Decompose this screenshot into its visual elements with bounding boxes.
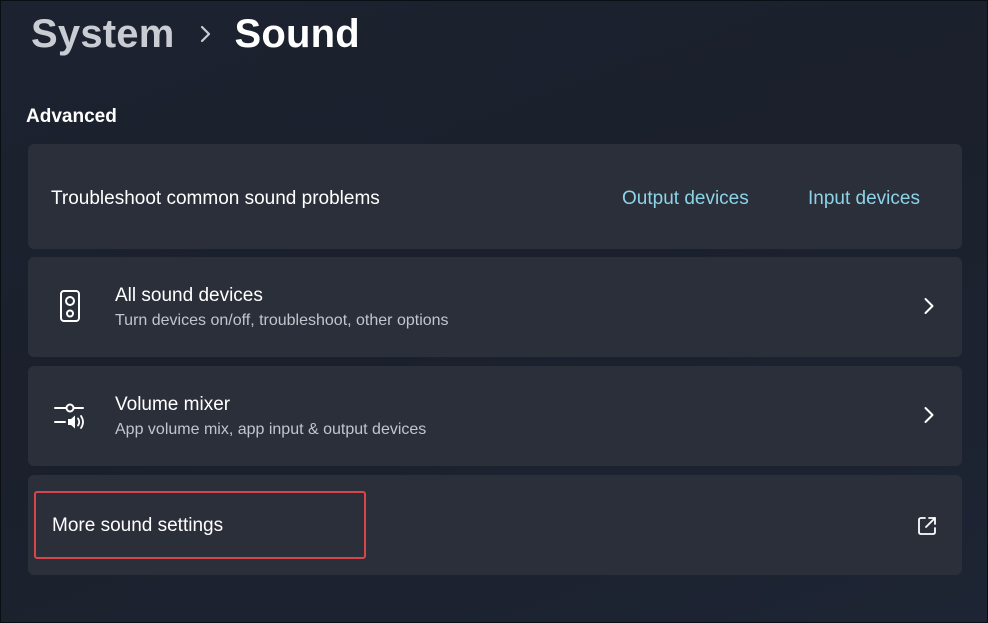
page-title: Sound — [234, 11, 360, 56]
breadcrumb-system[interactable]: System — [31, 12, 175, 57]
output-devices-link[interactable]: Output devices — [622, 188, 749, 210]
more-sound-settings-label: More sound settings — [52, 515, 224, 536]
section-title-advanced: Advanced — [26, 106, 117, 127]
all-sound-devices-row[interactable]: All sound devices Turn devices on/off, t… — [28, 257, 962, 357]
open-external-icon[interactable] — [916, 515, 938, 537]
volume-mixer-subtitle: App volume mix, app input & output devic… — [115, 421, 427, 438]
all-sound-devices-title: All sound devices — [115, 285, 263, 306]
troubleshoot-label: Troubleshoot common sound problems — [51, 188, 380, 209]
chevron-right-icon[interactable] — [920, 404, 938, 426]
volume-mixer-row[interactable]: Volume mixer App volume mix, app input &… — [28, 366, 962, 466]
volume-mixer-title: Volume mixer — [115, 394, 231, 415]
input-devices-link[interactable]: Input devices — [808, 188, 920, 210]
breadcrumb-separator-icon — [199, 23, 213, 45]
breadcrumb: System Sound — [31, 7, 360, 61]
all-sound-devices-subtitle: Turn devices on/off, troubleshoot, other… — [115, 312, 449, 329]
troubleshoot-card: Troubleshoot common sound problems Outpu… — [28, 144, 962, 249]
chevron-right-icon[interactable] — [920, 295, 938, 317]
speaker-icon — [52, 288, 88, 324]
more-sound-settings-row[interactable]: More sound settings — [28, 475, 962, 575]
volume-mixer-icon — [52, 397, 88, 433]
